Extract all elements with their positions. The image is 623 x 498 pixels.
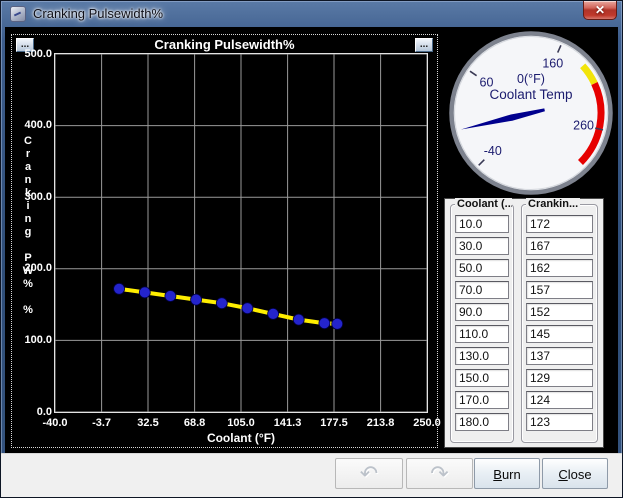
plot-area[interactable] [55, 54, 427, 412]
y-tick-label: 200.0 [24, 262, 52, 275]
cranking-bin-input[interactable] [526, 259, 593, 277]
app-icon [10, 6, 26, 22]
cranking-bin-input[interactable] [526, 237, 593, 255]
data-point[interactable] [215, 297, 228, 310]
coolant-bins-groupbox: Coolant (... [450, 198, 514, 443]
undo-icon: ↶ [359, 461, 379, 486]
data-point[interactable] [292, 313, 305, 326]
cranking-bin-input[interactable] [526, 413, 593, 431]
x-tick-label: 177.5 [320, 417, 348, 429]
cranking-bin-input[interactable] [526, 347, 593, 365]
burn-button-label: Burn [493, 467, 521, 482]
dialog-window: Cranking Pulsewidth% ✕ ... Cranking Puls… [0, 0, 623, 498]
coolant-column-label: Coolant (... [455, 198, 513, 210]
cranking-bins-groupbox: Crankin... [521, 198, 598, 443]
svg-text:260: 260 [573, 118, 594, 132]
coolant-bin-input[interactable] [455, 281, 509, 299]
chart-options-right-button[interactable]: ... [415, 38, 433, 52]
x-tick-label: 68.8 [183, 417, 206, 429]
close-button[interactable]: Close [542, 458, 608, 489]
redo-icon: ↷ [430, 461, 449, 486]
redo-button[interactable]: ↷ [406, 458, 473, 489]
data-point[interactable] [331, 317, 344, 330]
coolant-temp-gauge: -40601602600(°F)Coolant Temp [449, 31, 613, 195]
undo-button[interactable]: ↶ [335, 458, 403, 489]
data-point[interactable] [267, 307, 280, 320]
y-axis-label: C r a n k i n g P W % % [22, 135, 34, 316]
coolant-bin-input[interactable] [455, 237, 509, 255]
close-icon: ✕ [594, 3, 606, 17]
svg-text:0(°F): 0(°F) [517, 72, 545, 86]
burn-button[interactable]: Burn [474, 458, 540, 489]
data-point[interactable] [138, 286, 151, 299]
coolant-bin-input[interactable] [455, 325, 509, 343]
y-tick-label: 400.0 [24, 119, 52, 132]
coolant-bins-fields [451, 213, 513, 440]
coolant-bin-input[interactable] [455, 215, 509, 233]
x-axis-label: Coolant (°F) [206, 431, 276, 445]
cranking-bin-input[interactable] [526, 325, 593, 343]
x-tick-label: -3.7 [92, 417, 112, 429]
cranking-bin-input[interactable] [526, 369, 593, 387]
data-point[interactable] [190, 293, 203, 306]
cranking-column-label: Crankin... [526, 198, 581, 210]
coolant-bin-input[interactable] [455, 369, 509, 387]
x-tick-label: 32.5 [137, 417, 159, 429]
window-title: Cranking Pulsewidth% [33, 6, 164, 21]
data-point[interactable] [318, 317, 331, 330]
y-tick-label: 100.0 [24, 333, 52, 346]
y-tick-label: 300.0 [24, 190, 52, 203]
chart-panel: ... Cranking Pulsewidth% ... C r a n k i… [11, 34, 441, 448]
svg-text:Coolant Temp: Coolant Temp [489, 87, 572, 102]
cranking-bin-input[interactable] [526, 281, 593, 299]
bins-table-panel: Coolant (... Crankin... [444, 198, 604, 448]
footer-bar: ↶ ↷ Burn Close [1, 453, 622, 497]
x-tick-label: -40.0 [42, 417, 68, 429]
cranking-bin-input[interactable] [526, 391, 593, 409]
chart-title: Cranking Pulsewidth% [154, 37, 295, 52]
cranking-bin-input[interactable] [526, 303, 593, 321]
dialog-client-area: ... Cranking Pulsewidth% ... C r a n k i… [5, 27, 618, 492]
data-point[interactable] [241, 302, 254, 315]
data-point[interactable] [164, 290, 177, 302]
cranking-bins-fields [522, 213, 597, 440]
coolant-bin-input[interactable] [455, 413, 509, 431]
data-point[interactable] [113, 282, 125, 295]
coolant-bin-input[interactable] [455, 259, 509, 277]
svg-text:-40: -40 [484, 144, 502, 158]
coolant-bin-input[interactable] [455, 391, 509, 409]
title-bar: Cranking Pulsewidth% ✕ [1, 1, 622, 27]
coolant-bin-input[interactable] [455, 303, 509, 321]
x-tick-label: 213.8 [366, 417, 395, 429]
close-button-label: Close [558, 467, 592, 482]
window-close-button[interactable]: ✕ [583, 1, 617, 20]
coolant-bin-input[interactable] [455, 347, 509, 365]
y-tick-label: 500.0 [24, 47, 52, 60]
x-tick-label: 141.3 [273, 417, 302, 429]
x-tick-label: 105.0 [227, 417, 255, 429]
svg-text:160: 160 [542, 57, 563, 71]
cranking-bin-input[interactable] [526, 215, 593, 233]
